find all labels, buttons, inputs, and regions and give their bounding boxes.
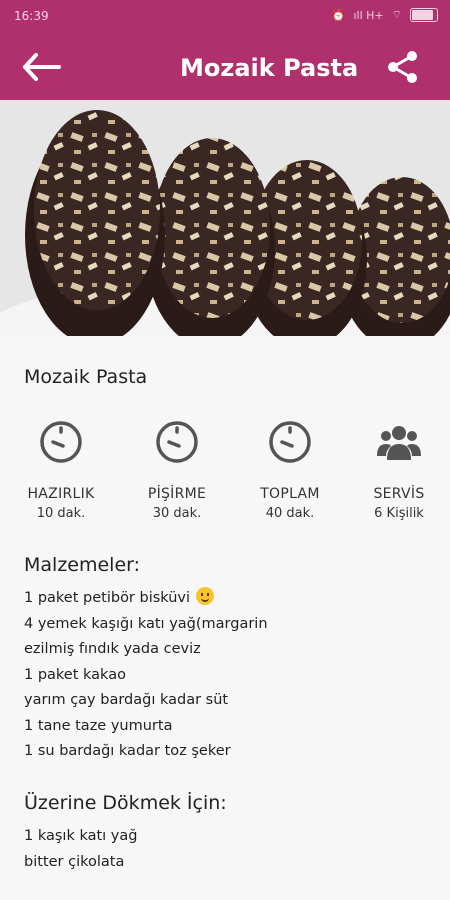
alarm-icon: ⏰: [331, 8, 346, 22]
people-icon: [377, 426, 421, 460]
recipe-photo: [0, 100, 450, 336]
timer-icon: [269, 421, 311, 463]
topping-list: 1 kaşık katı yağ bitter çikolata: [24, 824, 137, 875]
recipe-content: Mozaik Pasta HAZIRLIK 10 dak. PİŞİRME 30…: [0, 336, 450, 900]
ingredient-line: 1 su bardağı kadar toz şeker: [24, 743, 231, 759]
status-time: 16:39: [14, 9, 49, 23]
app-bar: Mozaik Pasta: [0, 32, 450, 100]
stat-prep: HAZIRLIK 10 dak.: [6, 418, 116, 521]
stat-total: TOPLAM 40 dak.: [235, 418, 345, 521]
smile-emoji-icon: [196, 587, 215, 605]
ingredient-line: 4 yemek kaşığı katı yağ(margarin: [24, 615, 268, 632]
stat-cook: PİŞİRME 30 dak.: [122, 418, 232, 521]
stat-value: 30 dak.: [152, 506, 202, 521]
timer-icon: [156, 421, 198, 463]
ingredients-list: 1 paket petibör bisküvi 4 yemek kaşığı k…: [24, 586, 268, 765]
stat-value: 6 Kişilik: [374, 506, 424, 521]
status-bar: 16:39 ⏰ ıll H+ ⌔: [0, 0, 450, 32]
topping-title: Üzerine Dökmek İçin:: [24, 792, 227, 814]
wifi-icon: ⌔: [391, 8, 402, 21]
stat-value: 10 dak.: [36, 506, 86, 521]
share-icon: [388, 51, 417, 83]
recipe-name: Mozaik Pasta: [24, 366, 148, 388]
topping-line: 1 kaşık katı yağ: [24, 828, 138, 844]
ingredient-line: 1 tane taze yumurta: [24, 717, 173, 734]
page-title: Mozaik Pasta: [180, 54, 359, 82]
stat-label: HAZIRLIK: [27, 486, 95, 502]
ingredient-line: 1 paket kakao: [24, 666, 126, 683]
status-icons: ⏰ ıll H+ ⌔: [332, 8, 438, 22]
ingredient-line: yarım çay bardağı kadar süt: [24, 692, 229, 708]
arrow-back-icon: [23, 53, 61, 81]
topping-line: bitter çikolata: [24, 853, 125, 870]
share-button[interactable]: [386, 50, 420, 84]
stat-label: SERVİS: [373, 486, 425, 502]
ingredients-title: Malzemeler:: [24, 554, 141, 576]
back-button[interactable]: [22, 52, 62, 82]
stat-servings: SERVİS 6 Kişilik: [344, 418, 450, 521]
timer-icon: [40, 421, 82, 463]
stat-label: TOPLAM: [260, 486, 320, 502]
stat-value: 40 dak.: [265, 506, 315, 521]
ingredient-line: ezilmiş fındık yada ceviz: [24, 641, 201, 657]
stat-label: PİŞİRME: [147, 486, 207, 502]
signal-text: ıll H+: [353, 8, 384, 22]
ingredient-line: 1 paket petibör bisküvi: [24, 586, 268, 612]
battery-icon: [410, 8, 438, 22]
